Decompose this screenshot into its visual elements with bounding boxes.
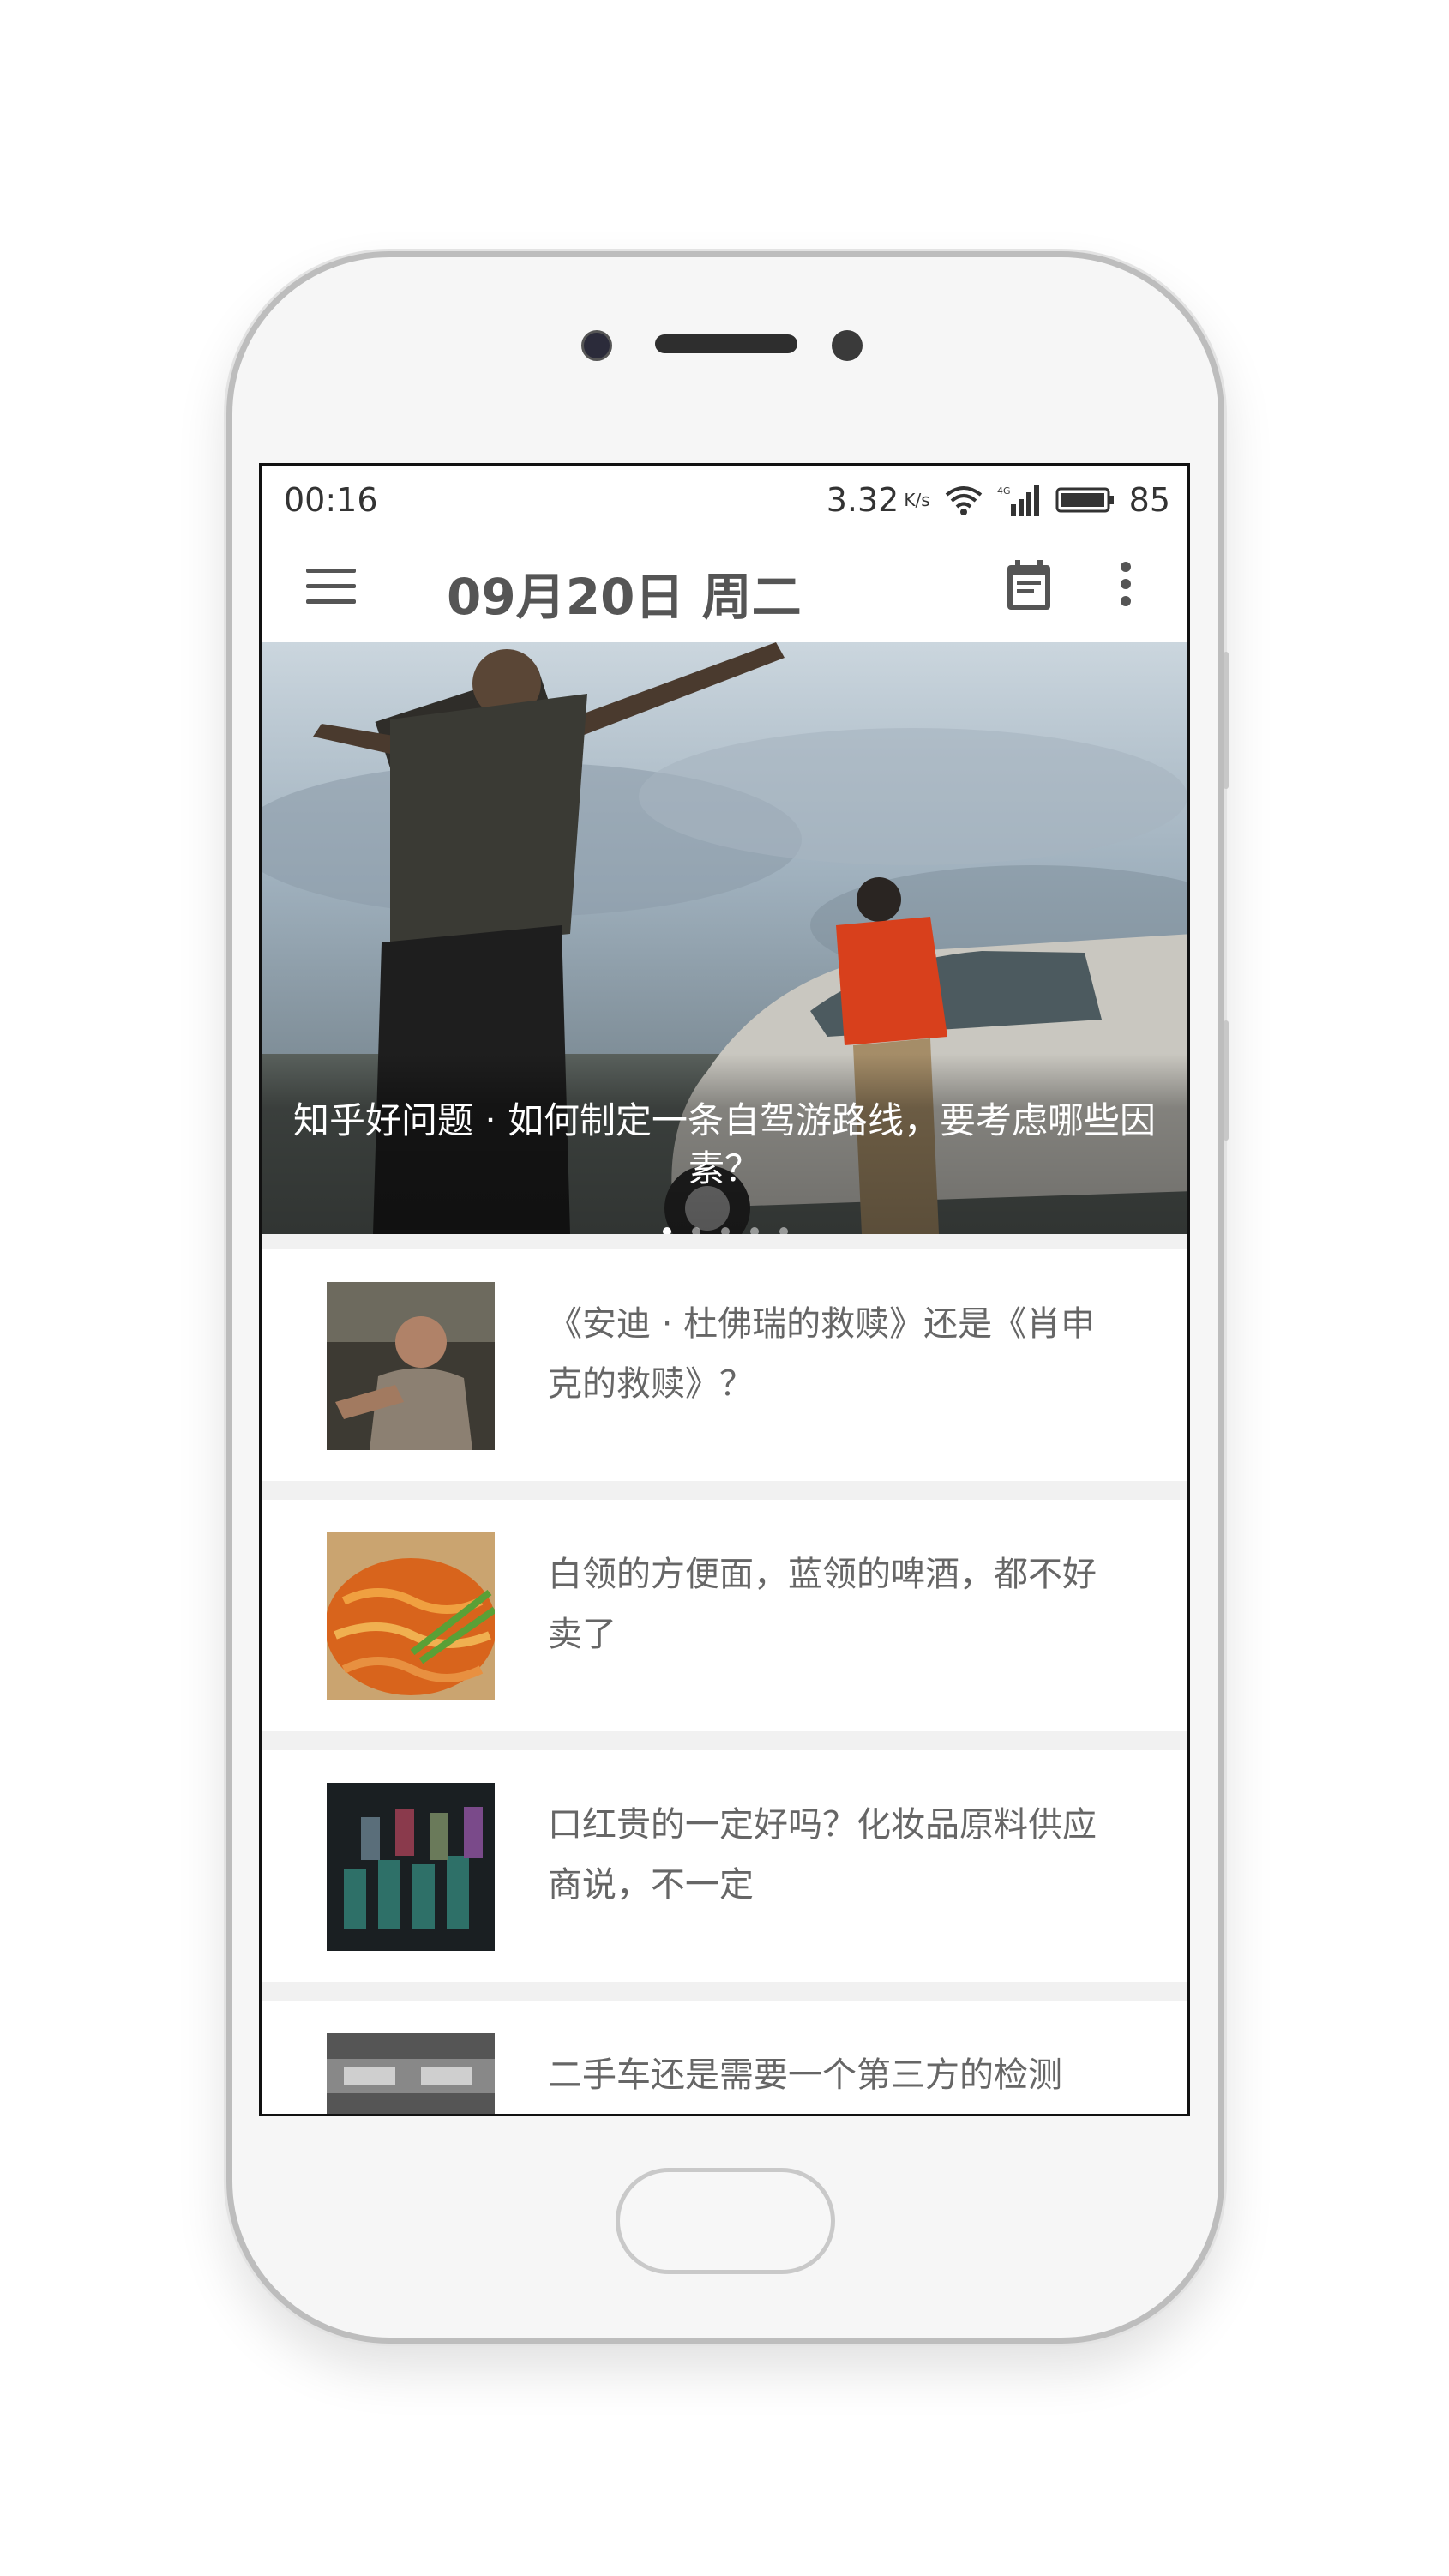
article-title: 口红贵的一定好吗？化妆品原料供应商说，不一定 xyxy=(548,1805,1097,1905)
carousel-dot xyxy=(721,1227,730,1234)
article-title: 二手车还是需要一个第三方的检测 xyxy=(548,2055,1062,2095)
phone-screen: 00:16 3.32 K/s 4G 85 09月20日 周二 知乎好问题 · 如… xyxy=(259,463,1190,2116)
carousel-dot xyxy=(779,1227,788,1234)
status-bar: 00:16 3.32 K/s 4G 85 xyxy=(262,466,1187,534)
network-speed: 3.32 xyxy=(826,481,899,519)
wifi-icon xyxy=(945,486,982,515)
carousel-dot xyxy=(663,1227,671,1234)
calendar-icon[interactable] xyxy=(1006,560,1052,611)
hamburger-menu-icon[interactable] xyxy=(306,569,356,606)
status-indicators: 3.32 K/s 4G 85 xyxy=(827,481,1170,519)
list-item[interactable]: 《安迪 · 杜佛瑞的救赎》还是《肖申克的救赎》？ xyxy=(262,1249,1187,1481)
carousel-indicator xyxy=(663,1227,788,1234)
proximity-sensor xyxy=(832,330,863,361)
article-title: 白领的方便面，蓝领的啤酒，都不好卖了 xyxy=(548,1555,1097,1654)
article-thumbnail xyxy=(327,2033,495,2114)
battery-icon xyxy=(1055,487,1114,513)
article-thumbnail xyxy=(327,1282,495,1450)
volume-button xyxy=(1224,652,1229,789)
earpiece-speaker xyxy=(655,334,797,353)
more-vertical-icon[interactable] xyxy=(1119,562,1133,613)
status-time: 00:16 xyxy=(284,481,378,519)
battery-level: 85 xyxy=(1128,481,1170,519)
cellular-signal-icon: 4G xyxy=(997,485,1039,516)
carousel-dot xyxy=(750,1227,759,1234)
power-button xyxy=(1224,1020,1229,1141)
front-camera xyxy=(581,330,612,361)
page-title: 09月20日 周二 xyxy=(447,568,802,626)
app-bar: 09月20日 周二 xyxy=(262,534,1187,642)
hero-banner[interactable]: 知乎好问题 · 如何制定一条自驾游路线，要考虑哪些因素？ xyxy=(262,642,1187,1234)
article-thumbnail xyxy=(327,1532,495,1700)
carousel-dot xyxy=(692,1227,700,1234)
list-item[interactable]: 白领的方便面，蓝领的啤酒，都不好卖了 xyxy=(262,1500,1187,1731)
list-item[interactable]: 口红贵的一定好吗？化妆品原料供应商说，不一定 xyxy=(262,1750,1187,1982)
network-speed-unit: K/s xyxy=(904,490,930,510)
list-item[interactable]: 二手车还是需要一个第三方的检测 xyxy=(262,2001,1187,2114)
article-title: 《安迪 · 杜佛瑞的救赎》还是《肖申克的救赎》？ xyxy=(548,1304,1096,1404)
hero-caption: 知乎好问题 · 如何制定一条自驾游路线，要考虑哪些因素？ xyxy=(292,1099,1157,1189)
article-thumbnail xyxy=(327,1783,495,1951)
svg-text:4G: 4G xyxy=(997,485,1011,497)
home-button[interactable] xyxy=(616,2168,835,2274)
